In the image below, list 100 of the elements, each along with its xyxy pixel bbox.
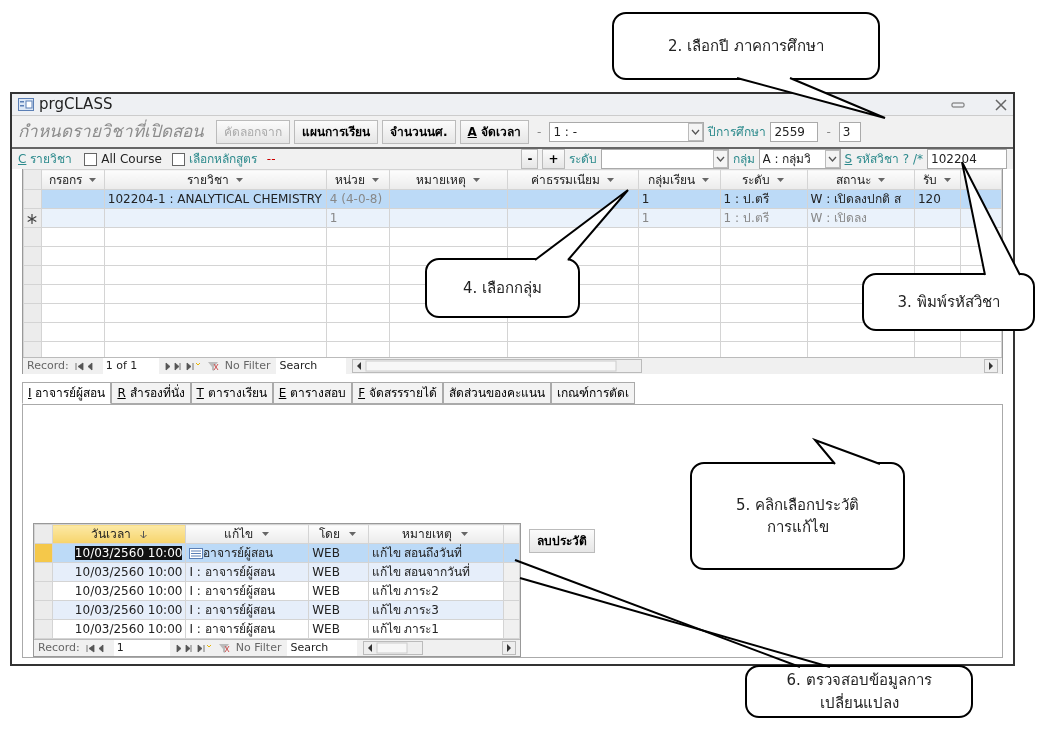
record-label: Record: [27, 357, 69, 374]
column-header[interactable]: แก้ไข [224, 527, 254, 541]
table-cell: แก้ไข ภาระ2 [371, 583, 439, 598]
table-cell: WEB [312, 545, 340, 560]
next-record-icon[interactable] [175, 643, 212, 653]
tab[interactable]: เกณฑ์การตัดเ [550, 382, 635, 404]
record-field[interactable]: 1 of 1 [102, 357, 159, 374]
toolbar-button[interactable]: A จัดเวลา [459, 119, 530, 144]
table-cell: I : อาจารย์ผู้สอน [189, 564, 275, 579]
table-cell: แก้ไข ภาระ1 [371, 621, 439, 636]
callout: 4. เลือกกลุ่ม [425, 258, 580, 318]
sort-descending-icon[interactable] [138, 531, 148, 538]
sort-dropdown-icon[interactable] [472, 177, 481, 184]
dropdown-icon[interactable] [688, 122, 704, 141]
checkbox[interactable] [171, 152, 185, 166]
sort-dropdown-icon[interactable] [234, 177, 244, 184]
table-cell: 10/03/2560 10:00 [74, 583, 183, 598]
group-label: กลุ่ม [732, 151, 755, 169]
scroll-right-icon[interactable] [502, 641, 516, 655]
list-icon [189, 547, 204, 559]
table-cell: อาจารย์ผู้สอน [203, 545, 274, 560]
scroll-right-icon[interactable] [984, 359, 998, 373]
sort-dropdown-icon[interactable] [943, 177, 952, 184]
history-row[interactable]: 10/03/2560 10:00 I : อาจารย์ผู้สอน WEB แก้ไข ภาระ2 [34, 581, 520, 601]
sort-dropdown-icon[interactable] [460, 531, 470, 538]
horizontal-scrollbar[interactable] [352, 359, 643, 373]
filter-label: No Filter [235, 639, 282, 656]
schedule-combo[interactable]: 1 : - [549, 121, 705, 142]
history-row[interactable]: 10/03/2560 10:00 I : อาจารย์ผู้สอน WEB แก้ไข สอนจากวันที่ [34, 562, 520, 582]
sort-dropdown-icon[interactable] [88, 177, 98, 184]
separator-text: - [536, 123, 543, 141]
table-cell: WEB [312, 621, 340, 636]
next-record-icon[interactable] [164, 361, 201, 371]
group-combo[interactable]: A : กลุ่มวิ [758, 149, 841, 170]
new-record-icon [27, 213, 37, 224]
table-cell: 1 : ป.ตรี [723, 211, 769, 226]
sort-dropdown-icon[interactable] [876, 177, 886, 184]
table-cell: 10/03/2560 10:00 [74, 602, 183, 617]
dropdown-icon[interactable] [712, 150, 728, 169]
table-cell: 10/03/2560 10:00 [74, 564, 183, 579]
callout: 6. ตรวจสอบข้อมูลการเปลี่ยนแปลง [745, 665, 973, 718]
year-label: ปีการศึกษา [708, 123, 767, 141]
dashes-text: -- [266, 151, 276, 169]
checkbox[interactable] [84, 152, 98, 166]
sort-dropdown-icon[interactable] [605, 177, 615, 184]
table-cell: 1 [641, 211, 650, 226]
tab[interactable]: R สำรองที่นั่ง [111, 382, 191, 404]
close-icon[interactable] [995, 98, 1007, 111]
tab[interactable]: T ตารางเรียน [190, 382, 273, 404]
form-title: กำหนดรายวิชาที่เปิดสอน [18, 118, 204, 143]
sort-dropdown-icon[interactable] [348, 531, 358, 538]
tab[interactable]: สัดส่วนของคะแนน [442, 382, 551, 404]
delete-history-button[interactable]: ลบประวัติ [529, 529, 595, 553]
table-cell: 4 (4-0-8) [329, 192, 383, 207]
search-field[interactable]: Search [287, 639, 358, 657]
checkbox-label: All Course [101, 151, 162, 169]
sort-dropdown-icon[interactable] [371, 177, 381, 184]
minimize-icon[interactable] [951, 99, 965, 110]
course-code-label: S รหัสวิชา ? /* [844, 151, 923, 169]
record-field[interactable]: 1 [113, 639, 170, 657]
column-header[interactable]: รายวิชา [186, 172, 229, 187]
year-field[interactable]: 2559 [770, 121, 819, 142]
table-cell: I : อาจารย์ผู้สอน [189, 621, 275, 636]
small-button[interactable]: + [542, 149, 565, 170]
course-code-field[interactable]: 102204 [927, 149, 1007, 170]
search-field[interactable]: Search [276, 357, 347, 374]
checkbox-label: เลือกหลักสูตร [188, 151, 257, 169]
callout: 3. พิมพ์รหัสวิชา [862, 273, 1035, 331]
history-row[interactable]: 10/03/2560 10:00 อาจารย์ผู้สอน WEB แก้ไข สอนถึงวันที่ [34, 543, 520, 563]
tab[interactable]: I อาจารย์ผู้สอน [22, 382, 112, 404]
form-icon [18, 98, 34, 111]
table-cell: W : เปิดลง [810, 211, 868, 226]
sort-dropdown-icon[interactable] [261, 531, 271, 538]
table-cell: แก้ไข สอนถึงวันที่ [371, 545, 463, 560]
sort-dropdown-icon[interactable] [701, 177, 711, 184]
term-field[interactable]: 3 [838, 121, 861, 142]
history-row[interactable]: 10/03/2560 10:00 I : อาจารย์ผู้สอน WEB แก้ไข ภาระ3 [34, 600, 520, 620]
table-cell: WEB [312, 583, 340, 598]
toolbar-button[interactable]: จำนวนนศ. [382, 119, 456, 144]
table-cell: 1 [641, 192, 650, 207]
table-cell: I : อาจารย์ผู้สอน [189, 583, 275, 598]
tab[interactable]: E ตารางสอบ [272, 382, 353, 404]
table-cell: แก้ไข สอนจากวันที่ [371, 564, 471, 579]
table-cell: WEB [312, 564, 340, 579]
table-cell: 10/03/2560 10:00 [74, 545, 183, 560]
table-cell: แก้ไข ภาระ3 [371, 602, 439, 617]
sort-dropdown-icon[interactable] [776, 177, 786, 184]
history-row[interactable]: 10/03/2560 10:00 I : อาจารย์ผู้สอน WEB แก้ไข ภาระ1 [34, 619, 520, 639]
table-cell: 120 [917, 192, 941, 207]
tab[interactable]: F จัดสรรรายได้ [352, 382, 443, 404]
table-cell: W : เปิดลงปกติ ส [810, 192, 901, 207]
small-button[interactable]: - [521, 149, 539, 170]
table-cell: 1 : ป.ตรี [723, 192, 769, 207]
grid-row[interactable]: 102204-1 : ANALYTICAL CHEMISTRY 4 (4-0-8) 1 1 : ป.ตรี W : เปิดลงปกติ ส 120 [23, 189, 1002, 209]
window-title: prgCLASS [39, 94, 113, 116]
dropdown-icon[interactable] [824, 150, 840, 169]
table-cell: 102204-1 : ANALYTICAL CHEMISTRY [107, 192, 322, 207]
horizontal-scrollbar[interactable] [363, 641, 424, 655]
toolbar-button[interactable]: แผนการเรียน [294, 119, 378, 144]
table-cell: 1 [329, 211, 338, 226]
